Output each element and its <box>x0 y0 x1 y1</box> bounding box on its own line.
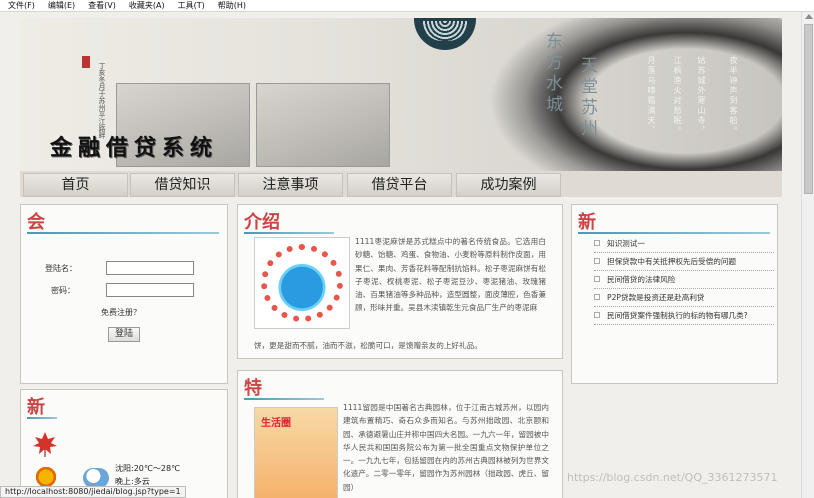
menu-tools[interactable]: 工具(T) <box>178 0 205 11</box>
poem-line: 姑苏城外寒山寺， <box>697 56 706 136</box>
main-nav: 首页 借贷知识 注意事项 借贷平台 成功案例 <box>20 171 782 197</box>
lotus-pod-decoration <box>414 18 476 50</box>
menu-help[interactable]: 帮助(H) <box>218 0 246 11</box>
special-text: 1111留园是中国著名古典园林，位于江南古城苏州，以园内建筑布置精巧、奇石众多而… <box>343 403 549 492</box>
menu-view[interactable]: 查看(V) <box>88 0 116 11</box>
news-heading: 新 <box>578 212 596 233</box>
login-panel: 会 登陆名： 密码： 免费注册？ 登陆 <box>20 204 228 384</box>
nav-home[interactable]: 首页 <box>23 173 128 197</box>
weather-heading: 新 <box>27 397 45 418</box>
username-label: 登陆名： <box>45 264 77 273</box>
poem-line: 江枫渔火对愁眠。 <box>673 56 682 136</box>
nav-success-cases[interactable]: 成功案例 <box>456 173 561 197</box>
menu-bar: 文件(F) 编辑(E) 查看(V) 收藏夹(A) 工具(T) 帮助(H) <box>0 0 814 12</box>
news-title[interactable]: 民间借贷案件强制执行的标的物有哪几类? <box>607 311 748 320</box>
nav-notes[interactable]: 注意事项 <box>238 173 343 197</box>
intro-text-continued: 饼，更是甜而不腻，油而不滋，松脆可口，是馈赠亲友的上好礼品。 <box>254 341 482 350</box>
password-input[interactable] <box>106 283 194 297</box>
red-seal-icon <box>82 56 90 68</box>
password-label: 密码： <box>51 286 75 295</box>
list-item[interactable]: 担保贷款中有关抵押权先后受偿的问题 <box>594 253 774 271</box>
menu-edit[interactable]: 编辑(E) <box>48 0 75 11</box>
intro-panel: 介绍 1111枣泥麻饼是苏式糕点中的著名传统食品。它选用白砂糖、饴糖、鸡蛋、食物… <box>237 204 563 359</box>
nav-loan-knowledge[interactable]: 借贷知识 <box>130 173 235 197</box>
username-input[interactable] <box>106 261 194 275</box>
nav-loan-platform[interactable]: 借贷平台 <box>347 173 452 197</box>
list-item[interactable]: 民间借贷案件强制执行的标的物有哪几类? <box>594 307 774 325</box>
globe-illustration <box>254 237 350 329</box>
maple-leaf-icon <box>33 432 57 457</box>
bullet-icon <box>594 258 600 264</box>
bullet-icon <box>594 240 600 246</box>
scroll-thumb[interactable] <box>804 24 813 194</box>
header-banner: 丁亥冬月于苏州平江路畔 金融借贷系统 东方水城 天堂苏州 夜半钟声到客船。 姑苏… <box>20 18 782 171</box>
login-button[interactable]: 登陆 <box>108 327 140 342</box>
slogan-left: 东方水城 <box>542 32 562 116</box>
intro-text: 1111枣泥麻饼是苏式糕点中的著名传统食品。它选用白砂糖、饴糖、鸡蛋、食物油、小… <box>355 237 546 313</box>
poem-line: 夜半钟声到客船。 <box>729 56 738 136</box>
news-title[interactable]: 知识测试一 <box>607 239 645 248</box>
heading-underline <box>244 232 334 234</box>
heading-underline <box>27 417 57 419</box>
special-panel: 特 生活圈 1111留园是中国著名古典园林，位于江南古城苏州，以园内建筑布置精巧… <box>237 370 563 498</box>
weather-panel: 新 沈阳:20℃～28℃ 晚上:多云 <box>20 389 228 498</box>
cloud-icon <box>83 468 109 488</box>
heading-underline <box>244 398 324 400</box>
news-panel: 新 知识测试一 担保贷款中有关抵押权先后受偿的问题 民间借贷的法律风险 P2P贷… <box>571 204 778 384</box>
bullet-icon <box>594 276 600 282</box>
news-title[interactable]: 担保贷款中有关抵押权先后受偿的问题 <box>607 257 736 266</box>
login-heading: 会 <box>27 212 45 233</box>
site-title: 金融借贷系统 <box>50 135 219 161</box>
news-title[interactable]: 民间借贷的法律风险 <box>607 275 675 284</box>
news-title[interactable]: P2P贷款是投资还是赴高利贷 <box>607 293 705 302</box>
special-heading: 特 <box>244 378 262 399</box>
heading-underline <box>27 232 219 234</box>
weather-temp: 沈阳:20℃～28℃ <box>115 464 181 473</box>
menu-file[interactable]: 文件(F) <box>8 0 35 11</box>
page-scrollbar[interactable] <box>801 12 814 498</box>
bullet-icon <box>594 312 600 318</box>
menu-favorites[interactable]: 收藏夹(A) <box>129 0 165 11</box>
watermark: https://blog.csdn.net/QQ_3361273571 <box>567 471 778 484</box>
heading-underline <box>578 232 770 234</box>
register-link[interactable]: 免费注册？ <box>101 307 141 318</box>
image-badge: 生活圈 <box>261 418 291 429</box>
list-item[interactable]: P2P贷款是投资还是赴高利贷 <box>594 289 774 307</box>
lifestyle-image: 生活圈 <box>254 407 338 498</box>
bullet-icon <box>594 294 600 300</box>
list-item[interactable]: 民间借贷的法律风险 <box>594 271 774 289</box>
slogan-right: 天堂苏州 <box>577 56 597 140</box>
intro-heading: 介绍 <box>244 212 280 233</box>
list-item[interactable]: 知识测试一 <box>594 235 774 253</box>
poem-line: 月落乌啼霜满天， <box>647 56 656 136</box>
scroll-up-icon[interactable] <box>805 14 813 19</box>
status-bar-url: http://localhost:8080/jiedai/blog.jsp?ty… <box>0 486 186 498</box>
landscape-painting-2 <box>256 83 390 167</box>
globe-ring-decoration <box>261 244 343 322</box>
news-list: 知识测试一 担保贷款中有关抵押权先后受偿的问题 民间借贷的法律风险 P2P贷款是… <box>594 235 774 325</box>
